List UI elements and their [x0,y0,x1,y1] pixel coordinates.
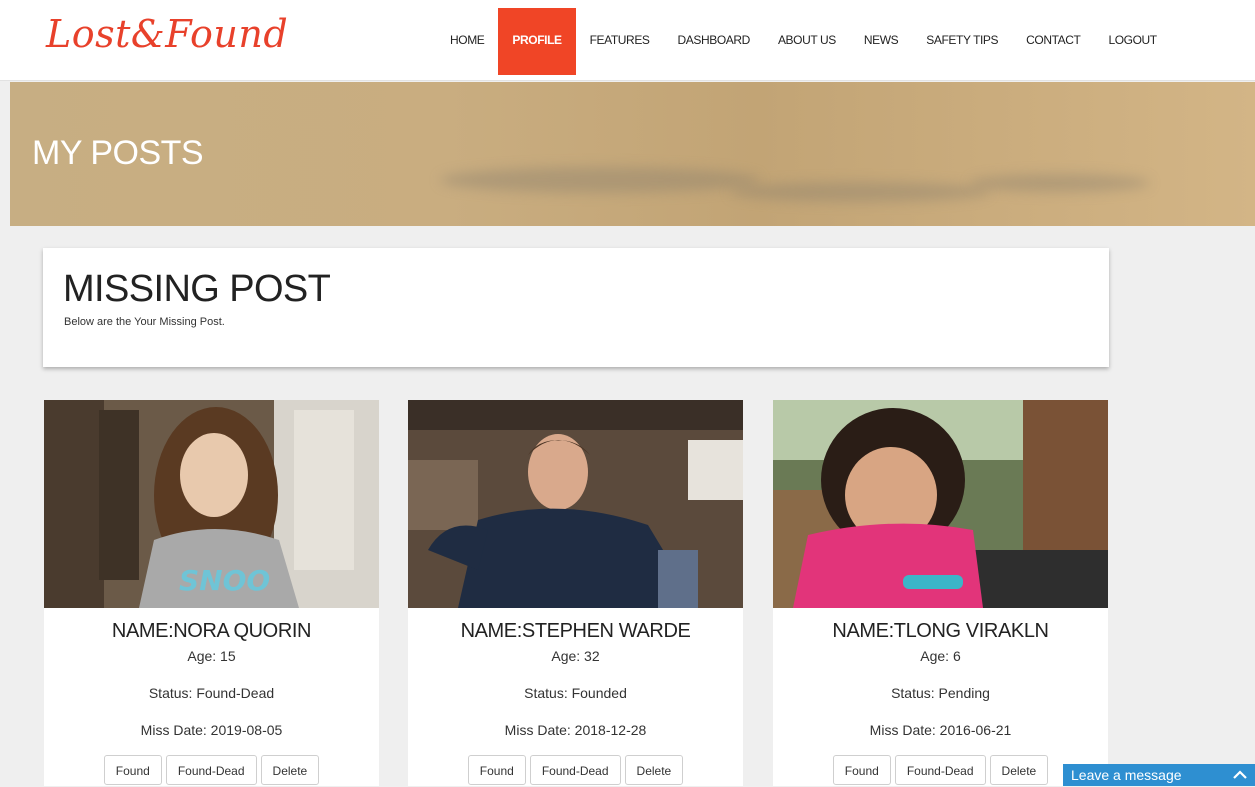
missing-post-panel: MISSING POST Below are the Your Missing … [43,248,1109,367]
found-dead-button[interactable]: Found-Dead [165,755,257,785]
banner-cloud [970,174,1150,192]
nav-profile[interactable]: PROFILE [498,8,576,75]
delete-button[interactable]: Delete [989,755,1049,785]
found-dead-button[interactable]: Found-Dead [529,755,621,785]
person-name: NAME:STEPHEN WARDE [460,620,691,642]
person-name: NAME:TLONG VIRAKLN [832,620,1049,642]
post-card: SNOO NAME:NORA QUORIN Age: 15 Status: Fo… [44,400,379,786]
nav-dashboard[interactable]: DASHBOARD [664,8,764,75]
person-age: Age: 6 [920,648,961,664]
nav-about-us[interactable]: ABOUT US [764,8,850,75]
card-actions: Found Found-Dead Delete [44,755,379,785]
page-banner: MY POSTS [10,82,1255,226]
nav-features[interactable]: FEATURES [576,8,664,75]
page-title: MY POSTS [32,134,204,172]
found-button[interactable]: Found [832,755,891,785]
delete-button[interactable]: Delete [260,755,320,785]
person-photo [408,400,743,608]
person-status: Status: Pending [891,685,990,701]
banner-cloud [730,182,990,202]
post-card: NAME:TLONG VIRAKLN Age: 6 Status: Pendin… [773,400,1108,786]
card-actions: Found Found-Dead Delete [408,755,743,785]
found-button[interactable]: Found [103,755,162,785]
miss-date: Miss Date: 2018-12-28 [504,722,647,738]
site-header: Lost&Found HOME PROFILE FEATURES DASHBOA… [0,0,1255,81]
shirt-print: SNOO [179,564,270,597]
post-card: NAME:STEPHEN WARDE Age: 32 Status: Found… [408,400,743,786]
chat-label: Leave a message [1071,767,1182,783]
miss-date: Miss Date: 2019-08-05 [140,722,283,738]
section-subtitle: Below are the Your Missing Post. [64,316,225,328]
banner-cloud [440,167,760,193]
found-button[interactable]: Found [467,755,526,785]
leave-message-widget[interactable]: Leave a message [1063,764,1255,786]
site-logo[interactable]: Lost&Found [46,12,288,56]
section-title: MISSING POST [63,268,331,310]
person-status: Status: Founded [524,685,627,701]
nav-home[interactable]: HOME [436,8,498,75]
nav-news[interactable]: NEWS [850,8,912,75]
chevron-up-icon[interactable] [1231,766,1249,784]
nav-logout[interactable]: LOGOUT [1094,8,1170,75]
miss-date: Miss Date: 2016-06-21 [869,722,1012,738]
nav-contact[interactable]: CONTACT [1012,8,1094,75]
person-status: Status: Found-Dead [148,685,275,701]
main-nav: HOME PROFILE FEATURES DASHBOARD ABOUT US… [436,8,1171,75]
person-age: Age: 32 [551,648,600,664]
person-photo [773,400,1108,608]
delete-button[interactable]: Delete [624,755,684,785]
person-photo: SNOO [44,400,379,608]
person-name: NAME:NORA QUORIN [111,620,312,642]
person-age: Age: 15 [187,648,236,664]
card-actions: Found Found-Dead Delete [773,755,1108,785]
found-dead-button[interactable]: Found-Dead [894,755,986,785]
nav-safety-tips[interactable]: SAFETY TIPS [912,8,1012,75]
